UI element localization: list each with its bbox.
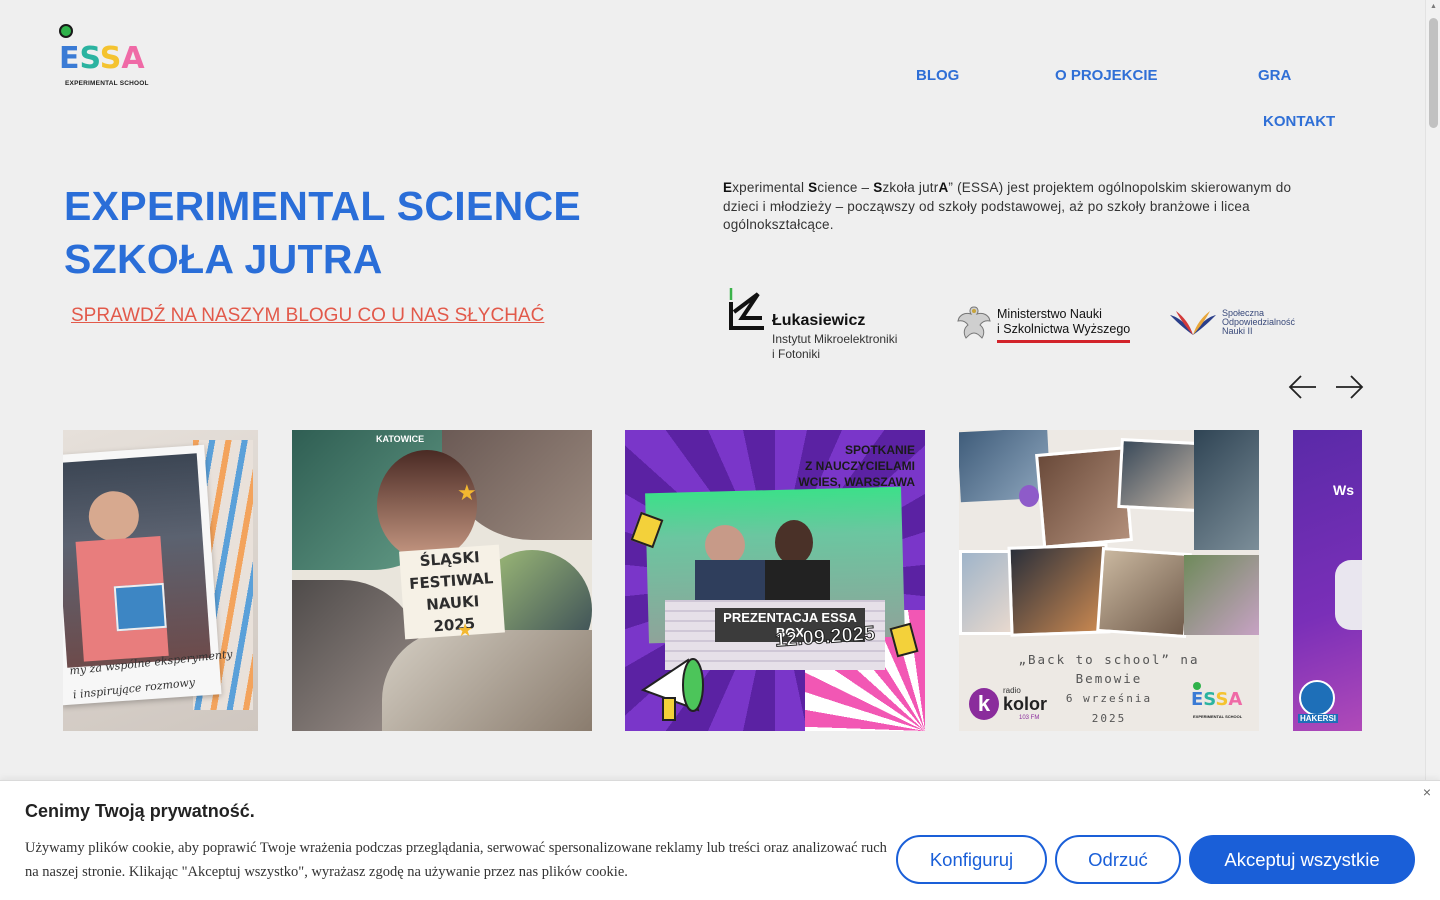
blog-link[interactable]: SPRAWDŹ NA NASZYM BLOGU CO U NAS SŁYCHAĆ (71, 305, 544, 327)
reject-button[interactable]: Odrzuć (1055, 835, 1181, 884)
carousel-slide-2[interactable]: KATOWICE ŚLĄSKI FESTIWAL NAUKI 2025 ★ ★ (292, 430, 592, 731)
cookie-title: Cenimy Twoją prywatność. (25, 801, 255, 821)
accept-all-button[interactable]: Akceptuj wszystkie (1189, 835, 1415, 884)
nav-kontakt[interactable]: KONTAKT (1263, 113, 1335, 130)
carousel-prev-arrow-icon[interactable] (1288, 372, 1318, 402)
nav-gra[interactable]: GRA (1258, 67, 1291, 84)
hero-title-line1: EXPERIMENTAL SCIENCE (64, 183, 582, 229)
carousel-slide-1[interactable]: my za wspólne eksperymenty i inspirujące… (63, 430, 258, 731)
essa-small-logo: ESSA EXPERIMENTAL SCHOOL (1191, 682, 1251, 722)
configure-button[interactable]: Konfiguruj (896, 835, 1047, 884)
scrollbar-thumb[interactable] (1429, 18, 1438, 128)
hero-title-line2: SZKOŁA JUTRA (64, 236, 383, 282)
scroll-up-icon[interactable]: ▲ (1429, 3, 1438, 11)
project-description: Experimental Science – Szkoła jutrA” (ES… (723, 180, 1292, 232)
megaphone-icon (640, 658, 704, 721)
partner-spoleczna-logo: Społeczna Odpowiedzialność Nauki II (1168, 307, 1308, 341)
close-icon[interactable]: × (1423, 784, 1431, 800)
essa-logo[interactable]: ESSA EXPERIMENTAL SCHOOL (57, 22, 157, 92)
carousel-slide-3[interactable]: SPOTKANIE Z NAUCZYCIELAMI WCIES, WARSZAWA … (625, 430, 925, 731)
hero-title: EXPERIMENTAL SCIENCE SZKOŁA JUTRA (64, 180, 581, 286)
nav-blog[interactable]: BLOG (916, 67, 959, 84)
book-wings-icon (1170, 311, 1216, 335)
carousel-next-arrow-icon[interactable] (1334, 372, 1364, 402)
cookie-banner: × Cenimy Twoją prywatność. Używamy plikó… (0, 780, 1440, 900)
radio-kolor-logo: k radio kolor 103 FM (969, 686, 1059, 726)
lukasiewicz-mark-icon (729, 288, 764, 330)
cookie-text: Używamy plików cookie, aby poprawić Twoj… (25, 840, 887, 880)
partner-lukasiewicz-logo: Łukasiewicz Instytut Mikroelektroniki i … (728, 288, 928, 364)
page-scrollbar[interactable]: ▲ ▼ (1425, 0, 1440, 900)
partner-ministry-logo: Ministerstwo Nauki i Szkolnictwa Wyższeg… (955, 303, 1135, 347)
logo-wordmark: ESSA (59, 41, 145, 76)
carousel-slide-5[interactable]: Ws HAKERSI (1293, 430, 1362, 731)
logo-tagline: EXPERIMENTAL SCHOOL (65, 80, 149, 87)
lightbulb-icon (59, 24, 73, 38)
ministry-red-bar (997, 340, 1130, 343)
eagle-emblem-icon (957, 306, 991, 339)
carousel-slide-4[interactable]: „Back to school” na Bemowie 6 września 2025… (959, 430, 1259, 731)
nav-o-projekcie[interactable]: O PROJEKCIE (1055, 67, 1158, 84)
